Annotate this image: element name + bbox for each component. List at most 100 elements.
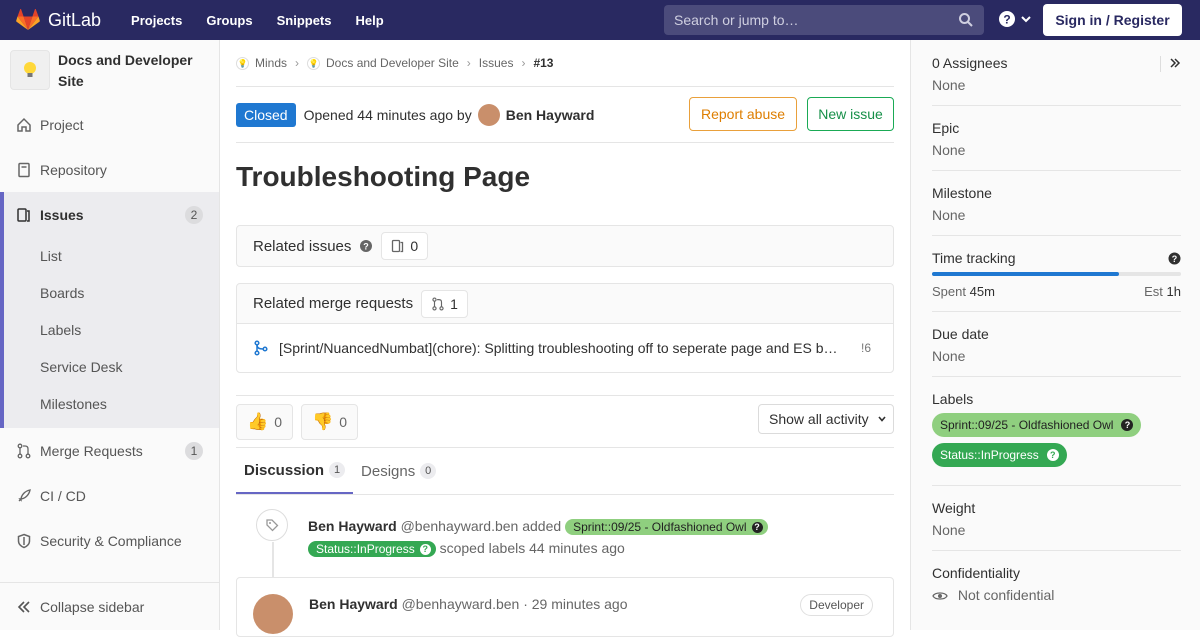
- issue-title: Troubleshooting Page: [236, 161, 531, 192]
- sidebar-item-label: Issues: [40, 206, 84, 223]
- thumbsup-button[interactable]: 👍 0: [236, 403, 293, 440]
- question-icon[interactable]: ?: [359, 239, 373, 253]
- nav-groups[interactable]: Groups: [206, 13, 252, 28]
- due-date-value: None: [932, 348, 966, 364]
- double-chevron-left-icon: [17, 600, 30, 613]
- merge-request-icon: [432, 296, 444, 311]
- svg-text:?: ?: [364, 242, 370, 252]
- breadcrumb-separator: ›: [521, 56, 526, 70]
- merge-request-icon: [16, 443, 32, 459]
- spent-value: 45m: [969, 284, 995, 299]
- label-icon-circle: [256, 509, 288, 541]
- author-avatar[interactable]: [477, 103, 500, 126]
- time-values: Spent 45m Est 1h: [932, 284, 1181, 299]
- sidebar-item-ci-cd[interactable]: CI / CD: [0, 473, 219, 518]
- sidebar-item-security[interactable]: Security & Compliance: [0, 518, 219, 563]
- breadcrumb-label: Docs and Developer Site: [326, 56, 459, 70]
- activity-filter-dropdown[interactable]: Show all activity: [758, 404, 894, 434]
- breadcrumb-minds[interactable]: 💡 Minds: [236, 56, 287, 70]
- breadcrumb-project[interactable]: 💡 Docs and Developer Site: [307, 56, 459, 70]
- help-dropdown[interactable]: ?: [998, 10, 1032, 28]
- sidebar-sub-labels[interactable]: Labels: [4, 311, 219, 348]
- top-navbar: GitLab Projects Groups Snippets Help Sea…: [0, 0, 1200, 40]
- labels-block: Labels Sprint::09/25 - Oldfashioned Owl?…: [932, 377, 1181, 486]
- system-note: Ben Hayward @benhayward.ben added Sprint…: [236, 495, 894, 578]
- left-sidebar: Docs and Developer Site Project Reposito…: [0, 40, 220, 630]
- home-icon: [16, 117, 32, 133]
- related-mr-ref: !6: [861, 341, 872, 355]
- label-sprint[interactable]: Sprint::09/25 - Oldfashioned Owl?: [932, 413, 1142, 437]
- sidebar-sub-milestones[interactable]: Milestones: [4, 385, 219, 422]
- sidebar-item-label: Security & Compliance: [40, 532, 182, 549]
- nav-help[interactable]: Help: [356, 13, 384, 28]
- related-mr-label: Related merge requests: [253, 295, 414, 312]
- label-status[interactable]: Status::InProgress?: [932, 443, 1067, 467]
- related-mr-item[interactable]: [Sprint/NuancedNumbat](chore): Splitting…: [237, 324, 893, 372]
- award-count: 0: [274, 413, 282, 430]
- project-avatar: [10, 50, 50, 90]
- project-name: Docs and Developer Site: [58, 52, 193, 89]
- new-issue-button[interactable]: New issue: [807, 97, 894, 131]
- sidebar-sub-service-desk[interactable]: Service Desk: [4, 348, 219, 385]
- sidebar-item-repository[interactable]: Repository: [0, 147, 219, 192]
- avatar[interactable]: [253, 594, 293, 634]
- est-label: Est: [1144, 284, 1163, 299]
- comment-card: Ben Hayward @benhayward.ben · 29 minutes…: [236, 577, 894, 637]
- milestone-value: None: [932, 207, 966, 223]
- sign-in-button[interactable]: Sign in / Register: [1043, 4, 1182, 36]
- eye-icon: [932, 592, 948, 600]
- author-name[interactable]: Ben Hayward: [506, 107, 595, 123]
- confidentiality-text: Not confidential: [957, 587, 1055, 603]
- assignees-value: None: [932, 77, 966, 93]
- sidebar-item-issues[interactable]: Issues 2: [0, 192, 219, 237]
- time-progress-bar: [932, 272, 1181, 276]
- epic-value: None: [932, 142, 966, 158]
- svg-text:?: ?: [1003, 13, 1010, 27]
- project-header[interactable]: Docs and Developer Site: [0, 40, 219, 102]
- svg-text:?: ?: [1172, 254, 1178, 264]
- merge-request-open-icon: [254, 340, 268, 356]
- thumbsdown-button[interactable]: 👎 0: [301, 403, 358, 440]
- comment-meta[interactable]: @benhayward.ben · 29 minutes ago: [402, 596, 628, 612]
- breadcrumb-issues[interactable]: Issues: [479, 56, 514, 70]
- label-sprint[interactable]: Sprint::09/25 - Oldfashioned Owl?: [565, 519, 768, 536]
- breadcrumb-current[interactable]: #13: [533, 56, 553, 70]
- tab-discussion[interactable]: Discussion 1: [236, 448, 354, 494]
- search-input[interactable]: Search or jump to…: [664, 5, 984, 35]
- related-mr-count[interactable]: 1: [421, 289, 468, 318]
- note-suffix: scoped labels 44 minutes ago: [439, 540, 625, 556]
- breadcrumb-separator: ›: [466, 56, 471, 70]
- tab-label: Designs: [361, 462, 416, 480]
- note-handle[interactable]: @benhayward.ben: [401, 518, 519, 534]
- sidebar-sub-boards[interactable]: Boards: [4, 274, 219, 311]
- report-abuse-button[interactable]: Report abuse: [689, 97, 797, 131]
- group-avatar-icon: 💡: [236, 56, 249, 70]
- due-date-block: Due date None: [932, 312, 1181, 377]
- milestone-label: Milestone: [932, 185, 992, 201]
- sidebar-sub-list[interactable]: List: [4, 237, 219, 274]
- note-author[interactable]: Ben Hayward: [308, 518, 397, 534]
- nav-projects[interactable]: Projects: [131, 13, 182, 28]
- breadcrumb-label: Minds: [255, 56, 288, 70]
- gitlab-brand[interactable]: GitLab: [16, 9, 101, 31]
- epic-block: Epic None: [932, 106, 1181, 171]
- tab-label: Discussion: [244, 461, 325, 479]
- related-issues-count[interactable]: 0: [381, 232, 429, 260]
- collapse-right-sidebar-button[interactable]: [1160, 56, 1181, 72]
- tab-designs[interactable]: Designs 0: [353, 448, 444, 494]
- awards-row: 👍 0 👎 0 Show all activity: [236, 396, 894, 448]
- collapse-sidebar-button[interactable]: Collapse sidebar: [0, 582, 219, 630]
- related-issues-panel: Related issues ? 0: [236, 225, 894, 267]
- nav-snippets[interactable]: Snippets: [277, 13, 332, 28]
- sidebar-item-label: Repository: [40, 161, 107, 178]
- question-icon: ?: [1046, 449, 1059, 461]
- label-status[interactable]: Status::InProgress?: [308, 541, 436, 558]
- question-icon[interactable]: ?: [1168, 252, 1181, 265]
- comment-author[interactable]: Ben Hayward: [309, 596, 398, 612]
- sidebar-item-project[interactable]: Project: [0, 102, 219, 147]
- collapse-sidebar-label: Collapse sidebar: [40, 598, 145, 615]
- shield-icon: [16, 533, 32, 549]
- confidentiality-label: Confidentiality: [932, 565, 1020, 581]
- sidebar-item-merge-requests[interactable]: Merge Requests 1: [0, 428, 219, 473]
- question-icon: ?: [419, 543, 431, 555]
